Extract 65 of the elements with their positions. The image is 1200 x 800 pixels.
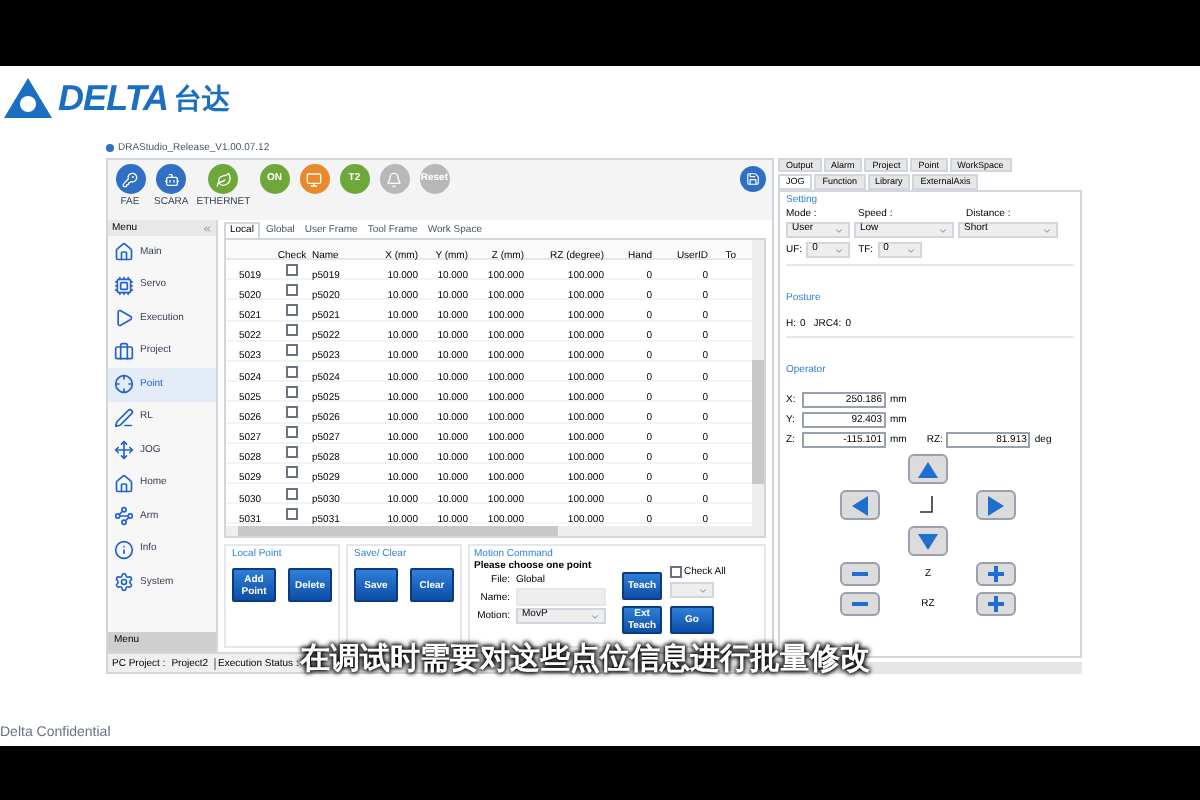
checkbox[interactable]	[286, 263, 298, 276]
caret-icon	[1042, 225, 1052, 235]
down-arrow-icon	[918, 533, 938, 549]
info-icon	[114, 539, 134, 560]
checkbox[interactable]	[286, 283, 298, 296]
name-field[interactable]	[516, 588, 606, 606]
checkbox[interactable]	[670, 566, 682, 578]
house-icon	[114, 473, 134, 494]
key-icon	[122, 171, 138, 187]
caret-icon	[938, 225, 948, 235]
monitor-icon	[306, 171, 323, 187]
house-icon	[114, 242, 134, 263]
vertical-scrollbar[interactable]	[752, 240, 764, 536]
chip-icon	[114, 275, 134, 296]
checkbox[interactable]	[286, 507, 298, 520]
plus-icon	[988, 596, 1004, 612]
save-button[interactable]	[740, 166, 766, 192]
checkbox[interactable]	[286, 426, 298, 439]
logo-text: DELTA	[58, 80, 169, 116]
pen-icon	[114, 407, 134, 428]
gear-icon	[114, 572, 134, 593]
leaf-icon	[215, 171, 232, 187]
caret-icon	[698, 585, 708, 595]
checkbox[interactable]	[286, 385, 298, 398]
minus-button[interactable]	[840, 592, 880, 616]
save-icon	[746, 172, 760, 186]
play-icon	[114, 308, 134, 329]
down-button[interactable]	[908, 526, 948, 556]
bell-icon	[386, 171, 403, 187]
robot-icon	[163, 171, 180, 187]
toolbar-button[interactable]	[156, 164, 187, 194]
left-arrow-icon	[852, 495, 868, 515]
checkbox[interactable]	[286, 303, 298, 316]
checkbox[interactable]	[286, 405, 298, 418]
robot-arm-icon	[114, 506, 134, 527]
minus-icon	[852, 572, 868, 576]
checkbox[interactable]	[286, 446, 298, 459]
crosshair-icon	[114, 374, 134, 395]
horizontal-scrollbar[interactable]	[226, 526, 752, 536]
subtitle: 在调试时需要对这些点位信息进行批量修改	[300, 638, 870, 681]
checkbox[interactable]	[286, 466, 298, 479]
axis-icon	[920, 495, 936, 515]
caret-icon	[590, 611, 600, 621]
minus-icon	[852, 602, 868, 606]
up-button[interactable]	[908, 454, 948, 484]
checkbox[interactable]	[286, 365, 298, 378]
toolbar-button[interactable]	[208, 164, 239, 194]
checkbox[interactable]	[286, 324, 298, 337]
plus-icon	[988, 566, 1004, 582]
toolbar-button[interactable]	[299, 164, 330, 194]
left-button[interactable]	[840, 490, 880, 520]
checkbox[interactable]	[286, 344, 298, 357]
minus-button[interactable]	[840, 562, 880, 586]
up-arrow-icon	[918, 461, 938, 477]
briefcase-icon	[114, 341, 134, 362]
plus-button[interactable]	[976, 592, 1016, 616]
caret-icon	[905, 245, 916, 255]
right-button[interactable]	[976, 490, 1016, 520]
right-arrow-icon	[988, 495, 1004, 515]
app-icon	[106, 144, 114, 152]
plus-button[interactable]	[976, 562, 1016, 586]
checkbox[interactable]	[286, 487, 298, 500]
move-icon	[114, 440, 134, 461]
logo-text: 台达	[174, 84, 231, 112]
toolbar-button[interactable]	[115, 164, 145, 194]
